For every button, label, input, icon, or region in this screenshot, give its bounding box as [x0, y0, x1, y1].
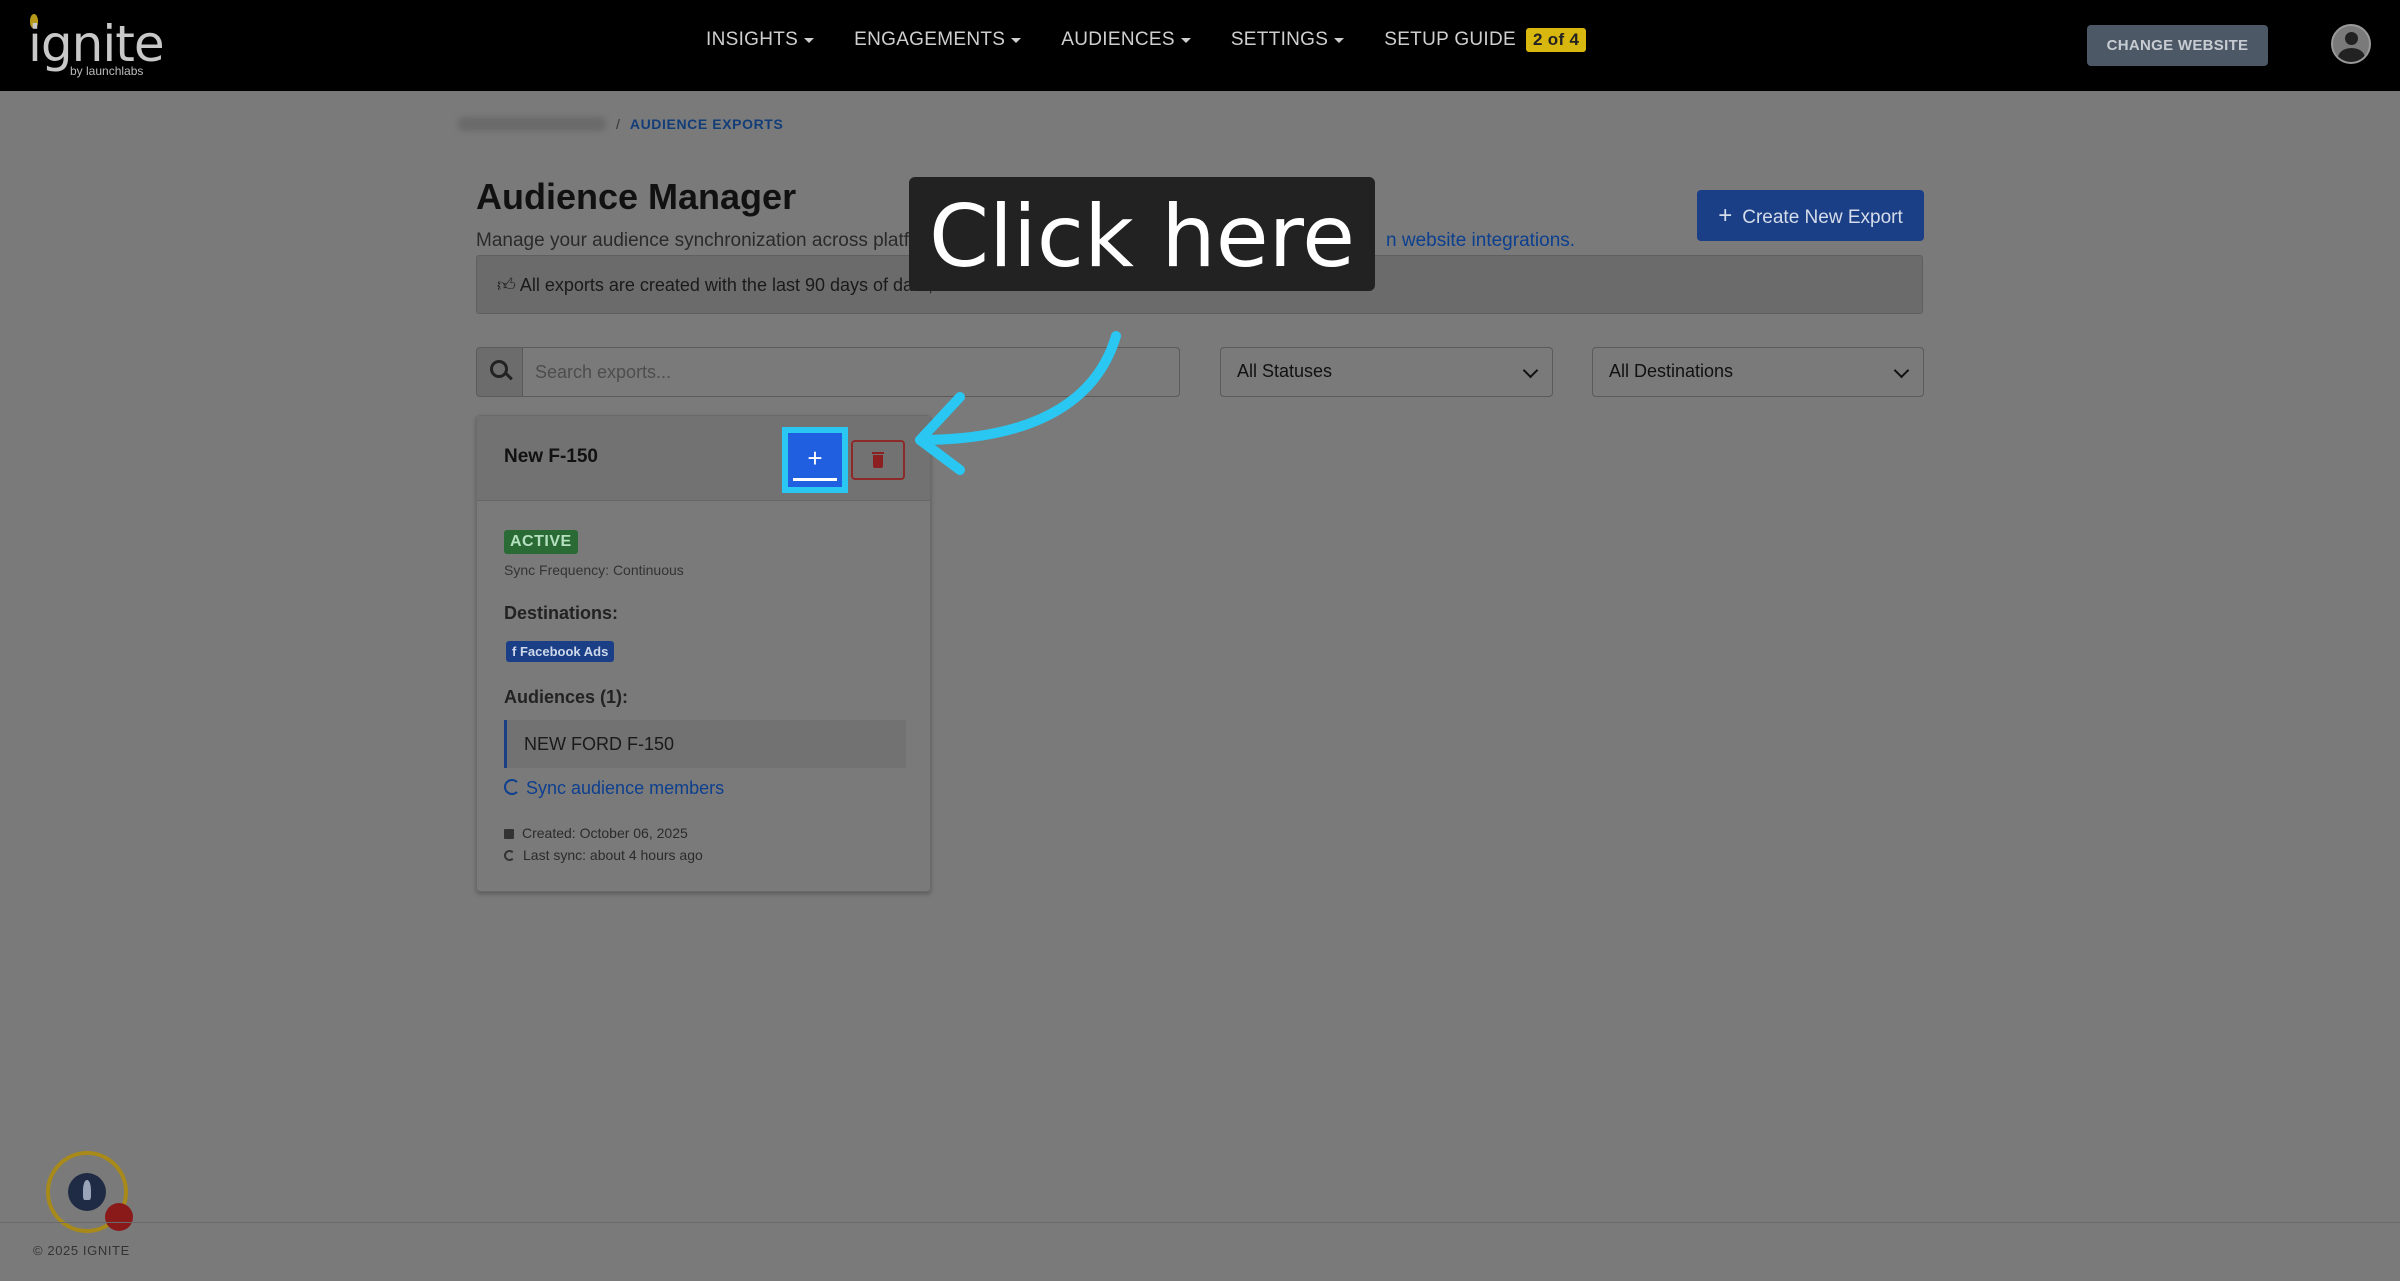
- add-audience-button[interactable]: +: [782, 427, 848, 493]
- website-integrations-link[interactable]: n website integrations.: [1386, 230, 1575, 252]
- plus-icon: +: [807, 443, 823, 473]
- caret-down-icon: [1180, 37, 1191, 43]
- breadcrumb: / AUDIENCE EXPORTS: [458, 116, 783, 132]
- copyright: © 2025 IGNITE: [33, 1243, 130, 1258]
- change-website-button[interactable]: CHANGE WEBSITE: [2087, 25, 2268, 66]
- nav-settings[interactable]: SETTINGS: [1231, 29, 1345, 51]
- footer: © 2025 IGNITE: [0, 1222, 2400, 1281]
- caret-down-icon: [1011, 37, 1022, 43]
- nav-engagements[interactable]: ENGAGEMENTS: [854, 29, 1022, 51]
- sync-icon: [504, 779, 520, 795]
- tutorial-arrow-icon: [915, 331, 1121, 475]
- nav-setup-guide[interactable]: SETUP GUIDE 2 of 4: [1384, 28, 1587, 52]
- destination-filter-select[interactable]: All Destinations: [1592, 347, 1924, 397]
- status-badge: ACTIVE: [504, 530, 578, 554]
- chevron-down-icon: [1893, 362, 1910, 379]
- destinations-label: Destinations:: [504, 603, 619, 623]
- nav-insights[interactable]: INSIGHTS: [706, 29, 815, 51]
- caret-down-icon: [1334, 37, 1345, 43]
- setup-progress-badge: 2 of 4: [1526, 28, 1587, 52]
- breadcrumb-current: AUDIENCE EXPORTS: [629, 116, 784, 132]
- tutorial-tooltip: Click here: [909, 177, 1375, 291]
- calendar-icon: [504, 829, 514, 839]
- ignite-logo[interactable]: ignite by launchlabs: [28, 14, 165, 78]
- last-sync: Last sync: about 4 hours ago: [504, 847, 703, 863]
- sync-audience-members-link[interactable]: Sync audience members: [504, 778, 724, 799]
- page-description: Manage your audience synchronization acr…: [476, 230, 1576, 251]
- audiences-label: Audiences (1):: [504, 687, 629, 707]
- breadcrumb-parent-redacted[interactable]: [458, 117, 606, 131]
- plus-icon: +: [1718, 201, 1733, 229]
- trash-icon: [872, 452, 884, 454]
- sync-icon: [504, 850, 515, 861]
- rocket-icon: [68, 1173, 106, 1211]
- export-card-title: New F-150: [504, 446, 598, 467]
- logo-subtitle: by launchlabs: [70, 64, 144, 78]
- create-new-export-button[interactable]: + Create New Export: [1697, 190, 1924, 241]
- sync-frequency: Sync Frequency: Continuous: [504, 562, 684, 578]
- main-nav: INSIGHTS ENGAGEMENTS AUDIENCES SETTINGS …: [706, 28, 1626, 52]
- search-icon: [476, 347, 524, 397]
- status-filter-select[interactable]: All Statuses: [1220, 347, 1553, 397]
- audience-list-item: NEW FORD F-150: [504, 720, 906, 768]
- nav-audiences[interactable]: AUDIENCES: [1061, 29, 1191, 51]
- created-date: Created: October 06, 2025: [504, 825, 688, 841]
- top-navbar: ignite by launchlabs INSIGHTS ENGAGEMENT…: [0, 0, 2400, 91]
- help-launcher-button[interactable]: [46, 1151, 133, 1233]
- page-title: Audience Manager: [476, 176, 797, 217]
- caret-down-icon: [804, 37, 815, 43]
- facebook-ads-badge: f Facebook Ads: [506, 641, 615, 662]
- delete-export-button[interactable]: [851, 440, 905, 480]
- user-avatar-icon[interactable]: [2331, 24, 2371, 64]
- breadcrumb-separator: /: [616, 116, 620, 132]
- thumbs-up-icon: 👍︎: [497, 275, 516, 295]
- chevron-down-icon: [1522, 362, 1539, 379]
